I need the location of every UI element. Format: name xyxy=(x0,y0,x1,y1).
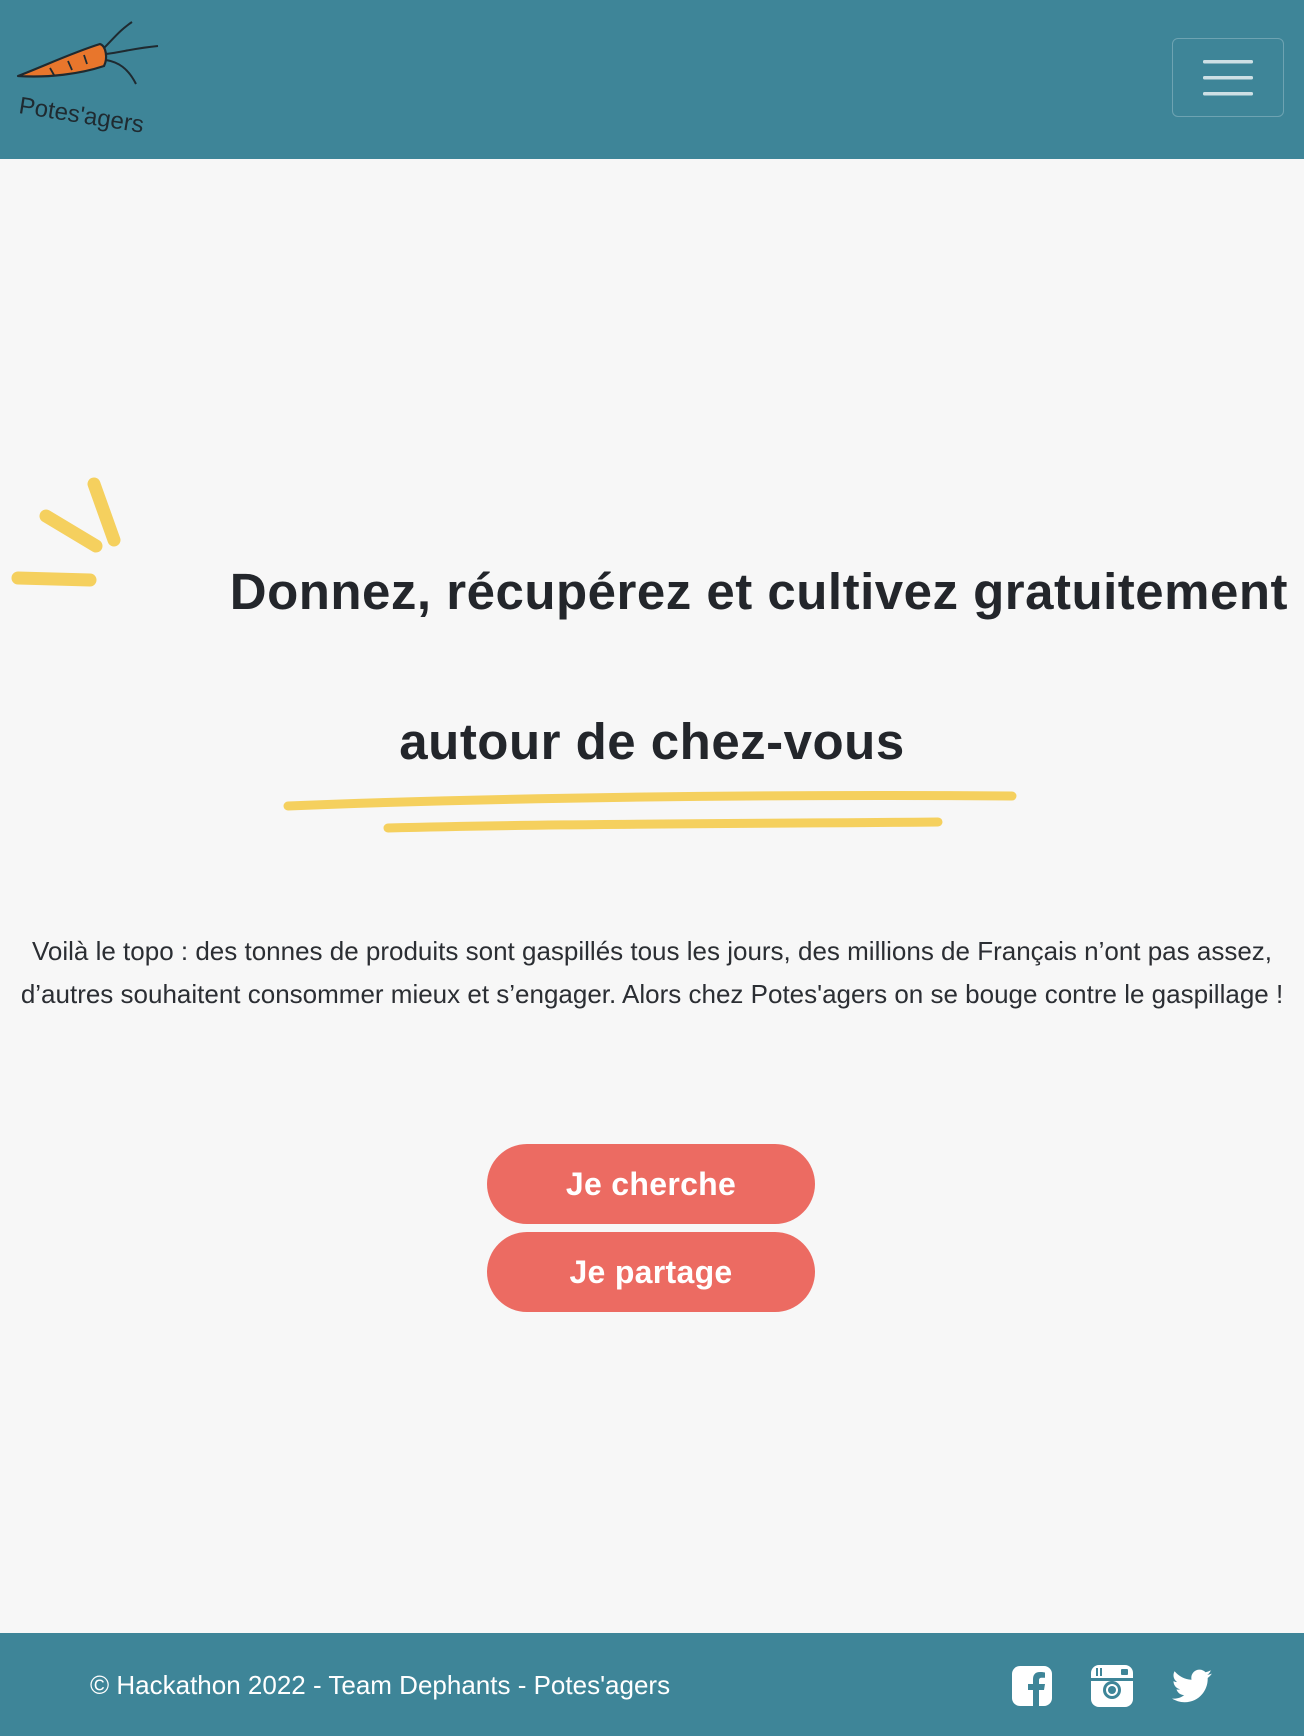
site-logo[interactable]: Potes'agers xyxy=(14,18,164,136)
hero-headline-line2: autour de chez-vous xyxy=(399,713,905,770)
intro-line-1: Voilà le topo : des tonnes de produits s… xyxy=(31,936,1273,966)
twitter-icon xyxy=(1172,1669,1212,1703)
svg-text:Potes'agers: Potes'agers xyxy=(17,92,146,136)
site-footer: © Hackathon 2022 - Team Dephants - Potes… xyxy=(0,1633,1304,1736)
hamburger-menu-icon xyxy=(1203,59,1253,95)
hero-headline-line1: Donnez, récupérez et cultivez gratuiteme… xyxy=(229,563,1288,620)
menu-toggle-button[interactable] xyxy=(1172,38,1284,117)
share-button[interactable]: Je partage xyxy=(487,1232,815,1312)
headline-underline-decoration xyxy=(283,790,1017,833)
top-navbar: Potes'agers xyxy=(0,0,1304,159)
carrot-logo-icon: Potes'agers xyxy=(16,21,159,136)
copyright-text: © Hackathon 2022 - Team Dephants - Potes… xyxy=(90,1670,671,1700)
instagram-icon xyxy=(1091,1665,1133,1707)
search-button[interactable]: Je cherche xyxy=(487,1144,815,1224)
twitter-link[interactable] xyxy=(1169,1663,1215,1709)
facebook-link[interactable] xyxy=(1009,1663,1055,1709)
intro-line-2: d’autres souhaitent consommer mieux et s… xyxy=(20,979,1284,1009)
instagram-link[interactable] xyxy=(1089,1663,1135,1709)
hero-intro-text: Voilà le topo : des tonnes de produits s… xyxy=(0,930,1304,1016)
facebook-icon xyxy=(1012,1666,1052,1706)
